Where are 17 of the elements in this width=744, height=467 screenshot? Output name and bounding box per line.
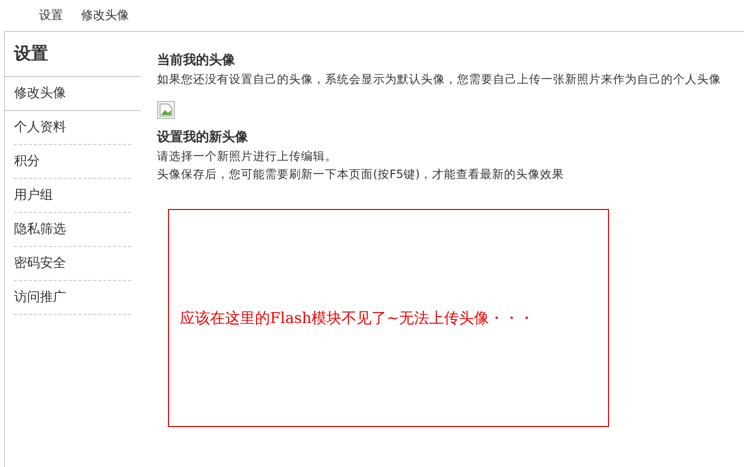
section-heading: 当前我的头像 (157, 52, 235, 70)
sidebar-item[interactable]: 密码安全 (14, 247, 131, 281)
section-heading: 设置我的新头像 (157, 129, 248, 147)
annotation-text: 应该在这里的Flash模块不见了~无法上传头像・・・ (180, 308, 534, 328)
description-text: 如果您还没有设置自己的头像，系统会显示为默认头像，您需要自己上传一张新照片来作为自己的个人头像 (157, 71, 721, 88)
sidebar-item[interactable]: 个人资料 (14, 111, 131, 145)
sidebar-item[interactable]: 访问推广 (14, 281, 131, 315)
breadcrumb-link[interactable]: 设置 (39, 7, 63, 24)
sidebar-item[interactable]: 用户组 (14, 179, 131, 213)
sidebar-item[interactable]: 积分 (14, 145, 131, 179)
hint-text: 请选择一个新照片进行上传编辑。 (157, 148, 337, 165)
broken-image-icon (157, 101, 175, 119)
sidebar-item[interactable]: 修改头像 (5, 77, 141, 111)
breadcrumb-link[interactable]: 修改头像 (81, 7, 129, 24)
sidebar-title: 设置 (5, 32, 141, 77)
hint-text: 头像保存后，您可能需要刷新一下本页面(按F5键)，才能查看最新的头像效果 (157, 166, 564, 183)
sidebar-item[interactable]: 隐私筛选 (14, 213, 131, 247)
